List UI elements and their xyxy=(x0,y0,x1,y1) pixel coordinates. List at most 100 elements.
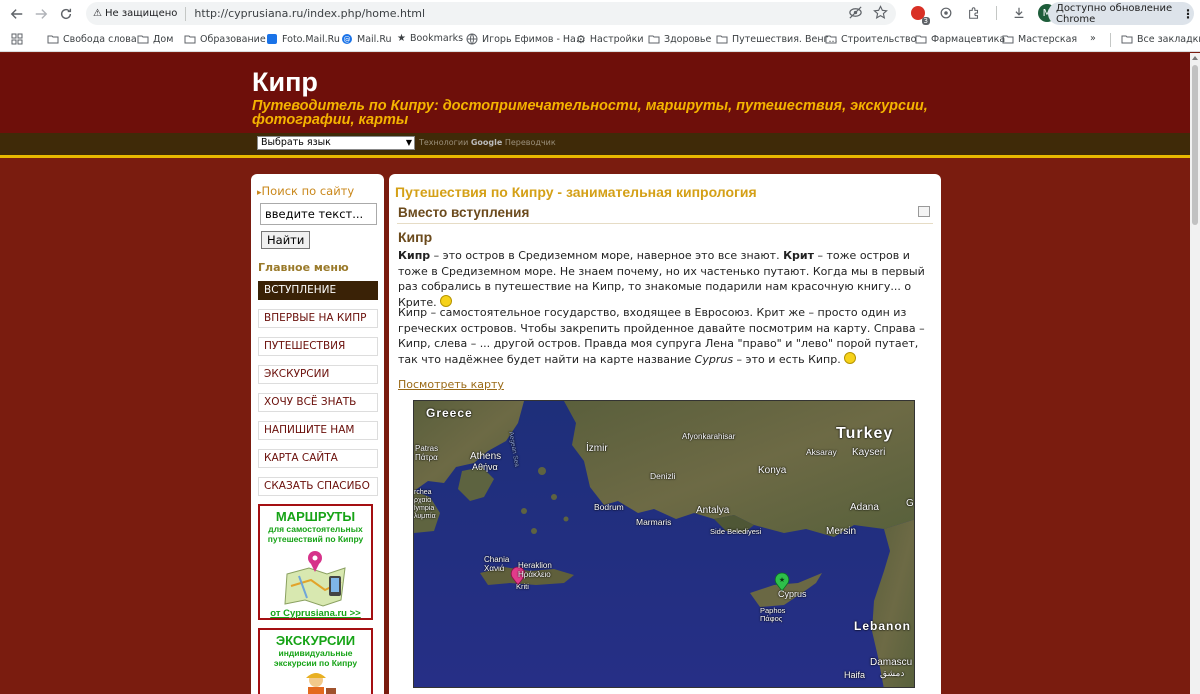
apps-grid-icon xyxy=(11,33,23,45)
bookmark-folder[interactable]: Образование xyxy=(184,33,266,45)
bookmark-link[interactable]: Игорь Ефимов - На... xyxy=(466,33,585,45)
all-bookmarks-folder[interactable]: Все закладки xyxy=(1121,33,1200,45)
map-label-kriti: Kriti xyxy=(516,582,529,591)
map-label-turkey: Turkey xyxy=(836,425,894,442)
bookmark-link[interactable]: ★ Bookmarks xyxy=(397,33,463,44)
security-label: Не защищено xyxy=(104,8,178,19)
arrow-right-icon xyxy=(35,9,48,19)
bookmark-link[interactable]: ⚙ Настройки xyxy=(576,33,644,46)
map-label-chania-gr: Χανιά xyxy=(484,564,505,573)
menu-item-travels[interactable]: ПУТЕШЕСТВИЯ xyxy=(258,337,378,356)
excursions-promo-title: ЭКСКУРСИИ xyxy=(275,633,356,648)
folder-icon xyxy=(915,35,927,44)
site-header: Кипр Путеводитель по Кипру: достопримеча… xyxy=(0,53,1190,133)
update-label: Доступно обновление Chrome xyxy=(1056,2,1173,25)
paragraph-1: Кипр – это остров в Средиземном море, на… xyxy=(398,249,925,309)
star-icon[interactable] xyxy=(873,5,888,20)
eye-off-icon[interactable] xyxy=(848,5,863,20)
chevron-down-icon: ▼ xyxy=(405,138,412,147)
search-title: ▸Поиск по сайту xyxy=(257,184,355,198)
reload-button[interactable] xyxy=(54,2,78,26)
map-label-paphos-gr: Πάφος xyxy=(760,614,783,623)
menu-item-contact[interactable]: НАПИШИТЕ НАМ xyxy=(258,421,378,440)
main-content: Путешествия по Кипру - занимательная кип… xyxy=(389,174,941,694)
view-map-link[interactable]: Посмотреть карту xyxy=(398,378,504,391)
bookmark-folder[interactable]: Дом xyxy=(137,33,173,45)
map-label-aksaray: Aksaray xyxy=(806,447,837,457)
routes-promo-banner[interactable]: МАРШРУТЫ для самостоятельных путешествий… xyxy=(258,504,373,620)
download-icon[interactable] xyxy=(1009,3,1029,23)
map-label-patras-gr: Πάτρα xyxy=(415,453,438,462)
map-label-konya: Konya xyxy=(758,465,787,476)
mail-at-icon: @ xyxy=(342,34,352,44)
toolbar-divider xyxy=(996,6,997,20)
main-menu-title: Главное меню xyxy=(258,261,349,274)
menu-item-sitemap[interactable]: КАРТА САЙТА xyxy=(258,449,378,468)
site-title[interactable]: Кипр xyxy=(252,67,318,98)
url-text[interactable]: http://cyprusiana.ru/index.php/home.html xyxy=(194,7,425,20)
article-subtitle: Кипр xyxy=(398,229,433,245)
extension-red-icon[interactable] xyxy=(908,3,930,25)
map-label-heraklion: Heraklion xyxy=(518,561,552,570)
folder-icon xyxy=(47,35,59,44)
folder-icon xyxy=(184,35,196,44)
forward-button[interactable] xyxy=(29,2,53,26)
section-divider xyxy=(397,223,933,224)
page-scrollbar[interactable] xyxy=(1190,53,1200,694)
security-indicator[interactable]: ⚠ Не защищено xyxy=(93,8,177,19)
print-icon[interactable] xyxy=(918,206,930,217)
folder-icon xyxy=(1121,35,1133,44)
folder-icon xyxy=(137,35,149,44)
chrome-update-button[interactable]: Доступно обновление Chrome ⋮ xyxy=(1048,2,1194,25)
menu-item-thanks[interactable]: СКАЗАТЬ СПАСИБО xyxy=(258,477,378,496)
bookmark-folder[interactable]: Фармацевтика xyxy=(915,33,1005,45)
excursions-promo-subtitle: индивидуальные экскурсии по Кипру xyxy=(273,648,358,668)
scroll-up-arrow-icon[interactable] xyxy=(1192,56,1198,60)
map-label-lebanon: Lebanon xyxy=(854,619,911,633)
bookmark-folder[interactable]: Мастерская xyxy=(1002,33,1077,45)
section-title: Вместо вступления xyxy=(398,205,530,220)
bookmark-folder[interactable]: Свобода слова xyxy=(47,33,137,45)
warning-icon: ⚠ xyxy=(93,8,102,19)
foto-mail-icon xyxy=(267,34,277,44)
bookmark-folder[interactable]: Строительство xyxy=(825,33,916,45)
satellite-map[interactable]: ★ Greece Turkey Athens Αθήνα İzmir Afyon… xyxy=(413,400,915,688)
menu-item-first-time[interactable]: ВПЕРВЫЕ НА КИПР xyxy=(258,309,378,328)
bookmarks-divider xyxy=(1110,33,1111,47)
map-graphic: ★ xyxy=(414,401,914,687)
routes-promo-link[interactable]: от Cyprusiana.ru >> xyxy=(260,608,371,619)
site-tagline: Путеводитель по Кипру: достопримечательн… xyxy=(252,98,928,128)
map-label-greece: Greece xyxy=(426,406,473,420)
reload-icon xyxy=(60,8,72,20)
globe-icon xyxy=(466,33,478,45)
menu-item-excursions[interactable]: ЭКСКУРСИИ xyxy=(258,365,378,384)
bookmark-folder[interactable]: Путешествия. Венг... xyxy=(716,33,838,45)
bookmark-link[interactable]: Foto.Mail.Ru xyxy=(266,33,340,45)
search-button[interactable]: Найти xyxy=(261,231,311,249)
address-bar[interactable]: ⚠ Не защищено http://cyprusiana.ru/index… xyxy=(86,2,896,25)
bookmarks-overflow-button[interactable]: » xyxy=(1090,33,1096,44)
folder-icon xyxy=(716,35,728,44)
search-input[interactable]: введите текст... xyxy=(260,203,377,225)
extensions-puzzle-icon[interactable] xyxy=(964,3,984,23)
menu-item-know-all[interactable]: ХОЧУ ВСЁ ЗНАТЬ xyxy=(258,393,378,412)
map-label-afyon: Afyonkarahisar xyxy=(682,432,736,441)
tourist-illustration-icon xyxy=(305,673,336,694)
map-label-side: Side Belediyesi xyxy=(710,527,762,536)
map-label-denizli: Denizli xyxy=(650,471,676,481)
star-icon: ★ xyxy=(397,33,406,44)
folder-icon xyxy=(1002,35,1014,44)
excursions-promo-banner[interactable]: ЭКСКУРСИИ индивидуальные экскурсии по Ки… xyxy=(258,628,373,694)
map-label-heraklion-gr: Ηράκλειο xyxy=(518,570,551,579)
scroll-thumb[interactable] xyxy=(1192,65,1198,225)
menu-item-intro[interactable]: ВСТУПЛЕНИЕ xyxy=(258,281,378,300)
bookmark-link[interactable]: @ Mail.Ru xyxy=(341,33,392,45)
language-select[interactable]: Выбрать язык ▼ xyxy=(257,136,415,150)
apps-grid-button[interactable] xyxy=(11,33,23,45)
back-button[interactable] xyxy=(5,2,29,26)
google-translate-credit[interactable]: Технологии Google Переводчик xyxy=(419,138,556,147)
page-title: Путешествия по Кипру - занимательная кип… xyxy=(395,184,757,200)
extension-circle-icon[interactable] xyxy=(936,3,956,23)
bookmark-folder[interactable]: Здоровье xyxy=(648,33,711,45)
map-label-olympia: lympia xyxy=(414,505,435,512)
